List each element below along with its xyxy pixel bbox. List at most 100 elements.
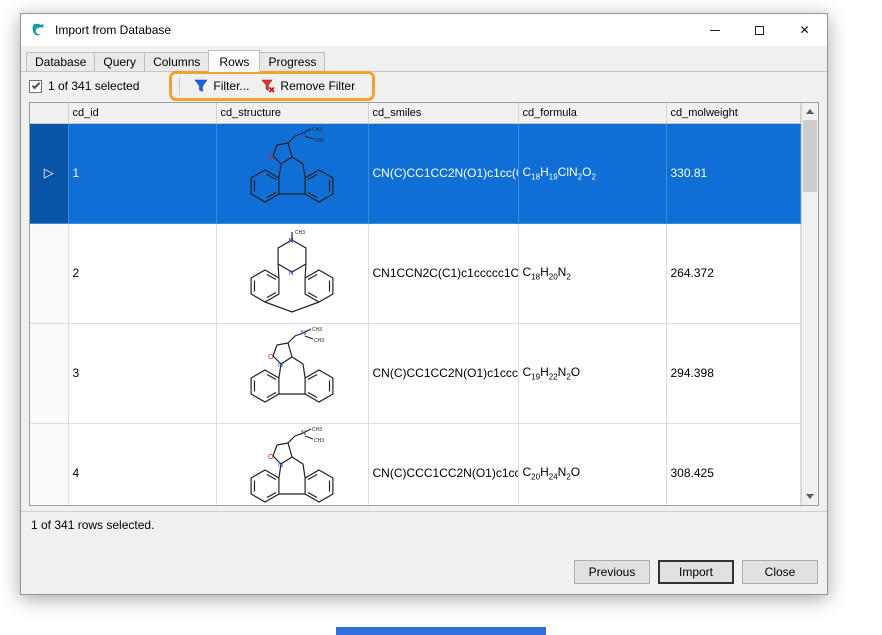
molecule-structure: O N N CH3 CH3 xyxy=(250,427,334,503)
cell-cd-structure[interactable]: O N N CH3 CH3 xyxy=(216,123,369,224)
cell-cd-formula[interactable]: C18H20N2 xyxy=(518,223,667,324)
cell-cd-formula[interactable]: C20H24N2O xyxy=(518,423,667,505)
molecule-structure: O N N CH3 CH3 xyxy=(250,127,334,203)
selection-count-label: 1 of 341 selected xyxy=(48,79,140,93)
molecule-structure: O N N CH3 CH3 xyxy=(250,327,334,403)
table-row[interactable]: ▷ 4 xyxy=(30,423,801,505)
svg-text:CH3: CH3 xyxy=(312,127,322,133)
toolbar-separator xyxy=(179,77,181,95)
caption-controls: ✕ xyxy=(692,14,827,46)
cell-cd-molweight[interactable]: 294.398 xyxy=(666,323,801,424)
filter-button-label: Filter... xyxy=(213,79,250,93)
svg-text:CH3: CH3 xyxy=(312,327,322,333)
svg-text:N: N xyxy=(301,430,306,437)
cell-cd-molweight[interactable]: 308.425 xyxy=(666,423,801,505)
scroll-up-button[interactable] xyxy=(802,103,818,120)
vertical-scrollbar[interactable] xyxy=(801,103,818,505)
minimize-button[interactable] xyxy=(692,14,737,46)
cell-cd-id[interactable]: 4 xyxy=(68,423,217,505)
selection-checkbox[interactable] xyxy=(29,79,42,93)
background-window-artifact xyxy=(336,627,546,635)
svg-text:CH3: CH3 xyxy=(312,427,322,433)
checkmark-icon xyxy=(31,80,41,89)
tab-progress[interactable]: Progress xyxy=(259,52,326,71)
tab-strip: Database Query Columns Rows Progress xyxy=(21,46,827,72)
cell-cd-id[interactable]: 2 xyxy=(68,223,217,324)
svg-text:CH3: CH3 xyxy=(314,438,324,444)
row-selector-cell[interactable]: ▷ xyxy=(30,323,69,424)
cell-cd-smiles[interactable]: CN(C)CC1CC2N(O1)c1cc(C... xyxy=(368,123,519,224)
dialog-footer: Previous Import Close xyxy=(574,560,818,584)
molecule-structure: N N CH3 xyxy=(250,230,334,313)
current-row-arrow: ▷ xyxy=(43,165,54,180)
row-selector-cell[interactable]: ▷ xyxy=(30,423,69,505)
filter-button-group: Filter... Remove Filter xyxy=(169,71,376,101)
svg-text:CH3: CH3 xyxy=(295,230,305,236)
close-dialog-button[interactable]: Close xyxy=(742,560,818,584)
scroll-down-button[interactable] xyxy=(802,488,818,505)
filter-button[interactable]: Filter... xyxy=(188,77,255,95)
cell-cd-smiles[interactable]: CN1CCN2C(C1)c1ccccc1Cc... xyxy=(368,223,519,324)
import-button[interactable]: Import xyxy=(658,560,734,584)
cell-cd-smiles[interactable]: CN(C)CC1CC2N(O1)c1cccc... xyxy=(368,323,519,424)
svg-text:N: N xyxy=(289,270,294,277)
svg-text:N: N xyxy=(301,330,306,337)
cell-cd-formula[interactable]: C19H22N2O xyxy=(518,323,667,424)
scroll-up-icon xyxy=(806,109,814,114)
maximize-icon xyxy=(755,25,764,35)
svg-text:N: N xyxy=(278,462,283,469)
svg-text:N: N xyxy=(278,162,283,169)
status-bar: 1 of 341 rows selected. xyxy=(21,511,827,538)
close-button[interactable]: ✕ xyxy=(782,14,827,46)
cell-cd-structure[interactable]: N N CH3 xyxy=(216,223,369,324)
grid-body: ▷ 1 O N N CH3 CH3 CN(C)CC1CC2N(O1)c1cc(… xyxy=(30,123,801,505)
header-row-selector xyxy=(30,103,69,124)
table-row[interactable]: ▷ 3 xyxy=(30,323,801,424)
cell-cd-id[interactable]: 3 xyxy=(68,323,217,424)
cell-cd-molweight[interactable]: 330.81 xyxy=(666,123,801,224)
tab-database[interactable]: Database xyxy=(26,52,96,71)
svg-text:O: O xyxy=(268,154,274,161)
header-cd-id[interactable]: cd_id xyxy=(68,103,217,124)
rows-toolbar: 1 of 341 selected Filter... Remove Filte… xyxy=(21,71,827,101)
svg-text:O: O xyxy=(268,354,274,361)
minimize-icon xyxy=(709,29,720,31)
remove-filter-button-label: Remove Filter xyxy=(280,79,356,93)
row-selector-cell[interactable]: ▷ xyxy=(30,123,69,224)
previous-button[interactable]: Previous xyxy=(574,560,650,584)
header-cd-structure[interactable]: cd_structure xyxy=(216,103,369,124)
remove-filter-button[interactable]: Remove Filter xyxy=(255,77,361,95)
cell-cd-molweight[interactable]: 264.372 xyxy=(666,223,801,324)
import-from-database-dialog: Import from Database ✕ Database Query Co… xyxy=(20,13,828,595)
svg-text:CH3: CH3 xyxy=(314,338,324,344)
svg-text:N: N xyxy=(301,130,306,137)
grid-header-row: cd_id cd_structure cd_smiles cd_formula … xyxy=(30,103,801,124)
cell-cd-id[interactable]: 1 xyxy=(68,123,217,224)
svg-text:N: N xyxy=(278,362,283,369)
results-grid: cd_id cd_structure cd_smiles cd_formula … xyxy=(29,102,819,506)
tab-query[interactable]: Query xyxy=(94,52,146,71)
remove-filter-funnel-icon xyxy=(261,79,275,93)
filter-funnel-icon xyxy=(194,79,209,92)
tab-rows[interactable]: Rows xyxy=(208,50,261,72)
scroll-down-icon xyxy=(806,494,814,499)
cell-cd-formula[interactable]: C18H19ClN2O2 xyxy=(518,123,667,224)
maximize-button[interactable] xyxy=(737,14,782,46)
close-icon: ✕ xyxy=(799,23,810,37)
scrollbar-thumb[interactable] xyxy=(803,120,817,192)
header-cd-molweight[interactable]: cd_molweight xyxy=(666,103,801,124)
window-title: Import from Database xyxy=(55,23,172,37)
app-icon xyxy=(32,23,44,36)
cell-cd-structure[interactable]: O N N CH3 CH3 xyxy=(216,423,369,505)
cell-cd-smiles[interactable]: CN(C)CCC1CC2N(O1)c1cc... xyxy=(368,423,519,505)
svg-text:N: N xyxy=(289,238,294,245)
svg-text:O: O xyxy=(268,454,274,461)
header-cd-formula[interactable]: cd_formula xyxy=(518,103,667,124)
table-row[interactable]: ▷ 1 O N N CH3 CH3 CN(C)CC1CC2N(O1)c1cc(… xyxy=(30,123,801,224)
cell-cd-structure[interactable]: O N N CH3 CH3 xyxy=(216,323,369,424)
grid-viewport: cd_id cd_structure cd_smiles cd_formula … xyxy=(30,103,801,505)
header-cd-smiles[interactable]: cd_smiles xyxy=(368,103,519,124)
row-selector-cell[interactable]: ▷ xyxy=(30,223,69,324)
table-row[interactable]: ▷ 2 xyxy=(30,223,801,324)
tab-columns[interactable]: Columns xyxy=(144,52,210,71)
